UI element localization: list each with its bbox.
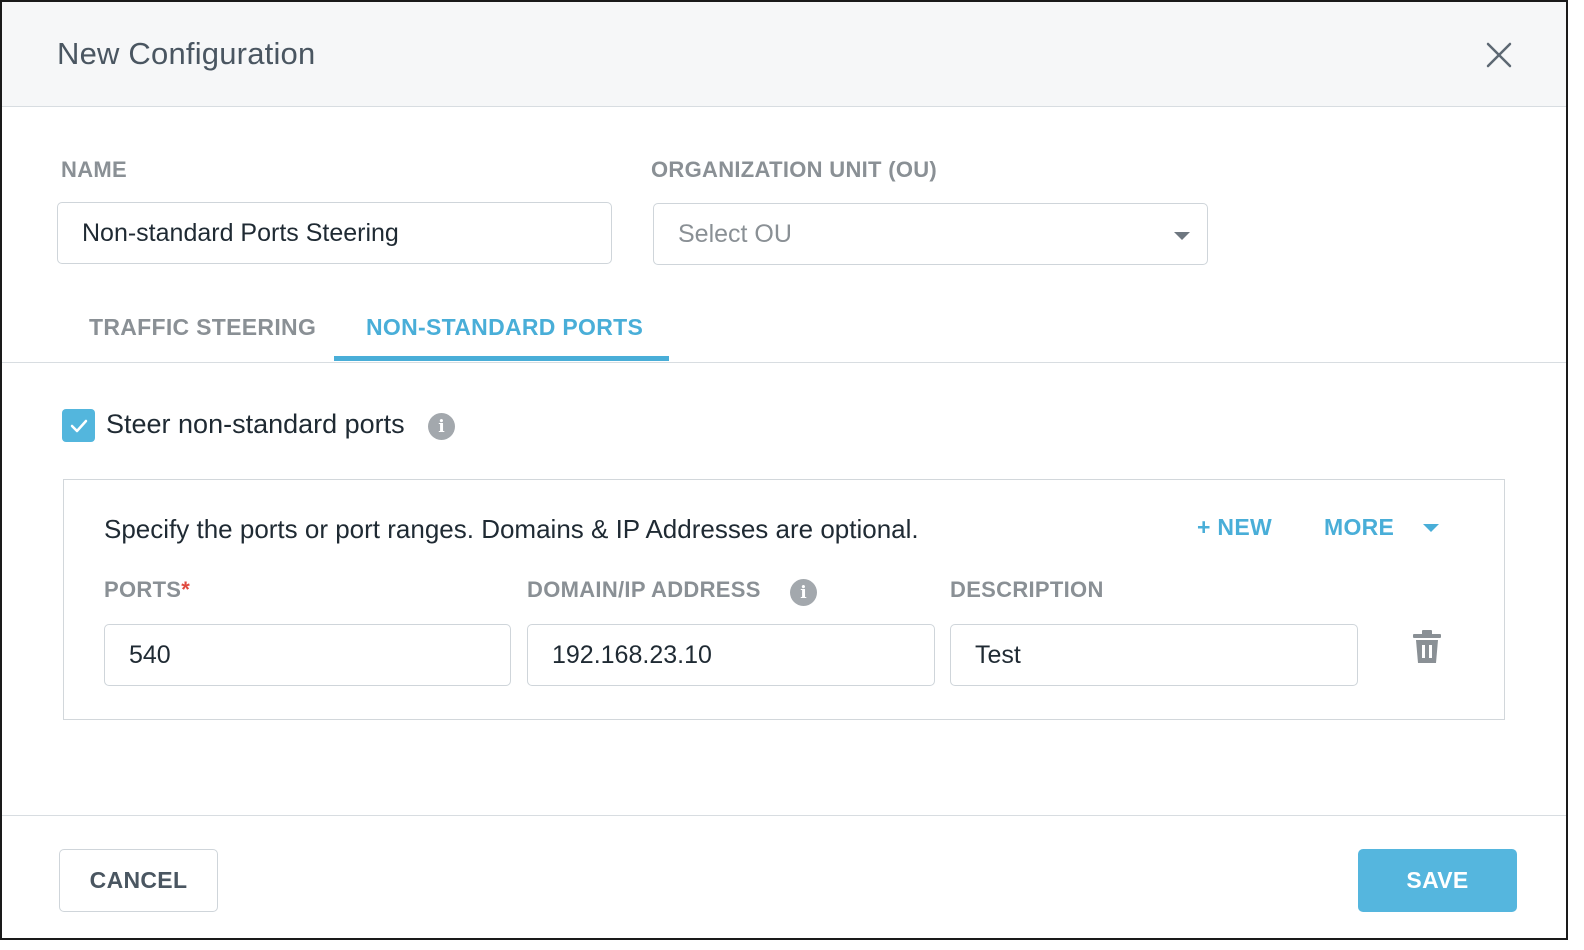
dialog-title: New Configuration: [57, 36, 316, 71]
ou-select-placeholder: Select OU: [678, 219, 792, 248]
tab-non-standard-ports[interactable]: NON-STANDARD PORTS: [366, 314, 643, 341]
tab-traffic-steering[interactable]: TRAFFIC STEERING: [89, 314, 316, 341]
save-button[interactable]: SAVE: [1358, 849, 1517, 912]
description-column-header: DESCRIPTION: [950, 577, 1104, 602]
dialog-header: New Configuration: [2, 2, 1566, 107]
more-button[interactable]: MORE: [1324, 514, 1394, 541]
ports-panel: Specify the ports or port ranges. Domain…: [63, 479, 1505, 720]
checkmark-icon: [70, 419, 87, 432]
name-input-value: Non-standard Ports Steering: [82, 218, 399, 247]
more-chevron-down-icon[interactable]: [1423, 524, 1439, 532]
new-configuration-dialog: New Configuration NAME Non-standard Port…: [0, 0, 1568, 940]
footer-divider: [2, 815, 1566, 816]
ou-select[interactable]: Select OU: [653, 203, 1208, 265]
close-icon[interactable]: [1482, 38, 1516, 72]
more-button-label: MORE: [1324, 514, 1395, 540]
tab-bar: TRAFFIC STEERING NON-STANDARD PORTS: [2, 302, 1566, 363]
domain-info-icon[interactable]: i: [790, 579, 817, 606]
domain-ip-input[interactable]: 192.168.23.10: [527, 624, 935, 686]
description-input-value: Test: [975, 640, 1021, 669]
ports-column-label: PORTS: [104, 577, 182, 602]
description-input[interactable]: Test: [950, 624, 1358, 686]
active-tab-indicator: [334, 356, 669, 361]
name-input[interactable]: Non-standard Ports Steering: [57, 202, 612, 264]
name-label: NAME: [61, 157, 127, 182]
cancel-button[interactable]: CANCEL: [59, 849, 218, 912]
ou-label: ORGANIZATION UNIT (OU): [651, 157, 938, 182]
domain-ip-input-value: 192.168.23.10: [552, 640, 712, 669]
add-new-button[interactable]: + NEW: [1197, 514, 1272, 541]
steer-checkbox[interactable]: [62, 409, 95, 442]
chevron-down-icon: [1174, 232, 1190, 240]
ports-column-header: PORTS*: [104, 577, 190, 603]
info-icon[interactable]: i: [428, 413, 455, 440]
steer-checkbox-label: Steer non-standard ports: [106, 409, 405, 439]
required-mark: *: [181, 577, 191, 602]
ports-input-value: 540: [129, 640, 171, 669]
trash-icon[interactable]: [1412, 630, 1442, 664]
ports-panel-description: Specify the ports or port ranges. Domain…: [104, 514, 919, 544]
ports-input[interactable]: 540: [104, 624, 511, 686]
domain-column-header: DOMAIN/IP ADDRESS: [527, 577, 761, 602]
